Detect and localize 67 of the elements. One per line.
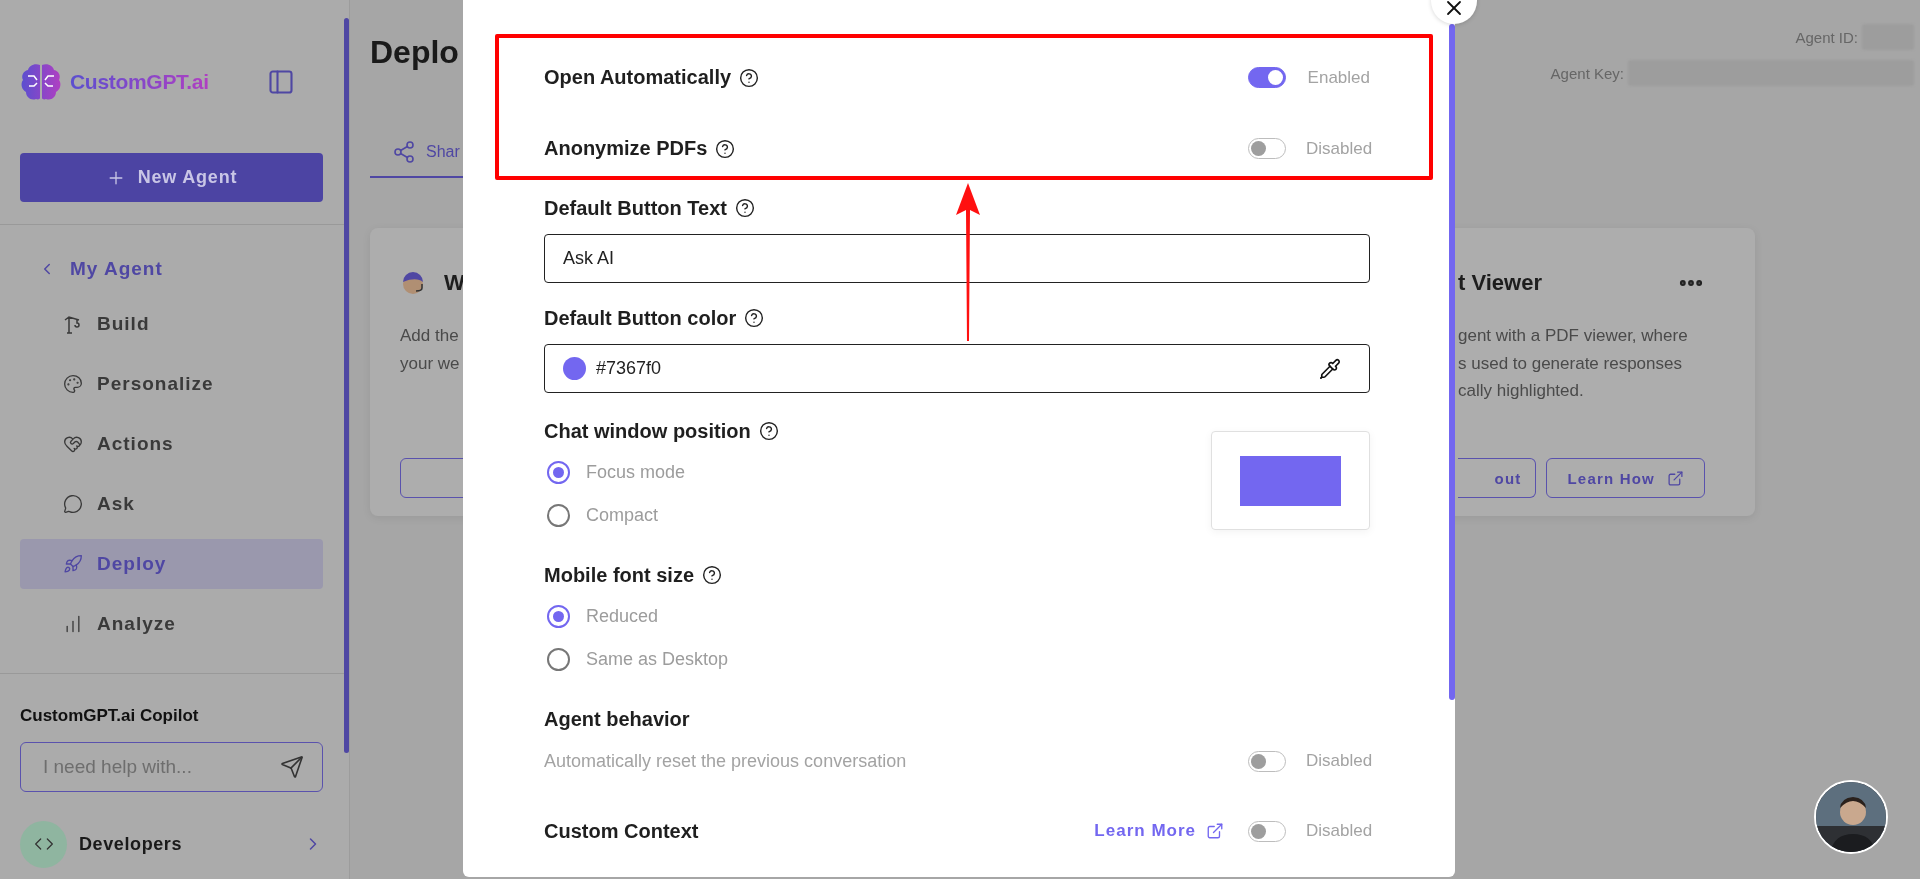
back-link[interactable]: My Agent: [20, 239, 323, 299]
chat-bubble-icon: [63, 494, 83, 514]
help-icon[interactable]: [758, 421, 779, 441]
share-icon: [392, 140, 416, 164]
radio-button[interactable]: [547, 461, 570, 484]
nav-item[interactable]: Actions: [20, 419, 323, 469]
nav-item[interactable]: Build: [20, 299, 323, 349]
toggle-switch[interactable]: [1248, 750, 1286, 772]
card-title: t Viewer: [1458, 270, 1542, 296]
color-input-field[interactable]: #7367f0: [544, 344, 1370, 393]
help-icon[interactable]: [715, 138, 736, 159]
card-button[interactable]: out: [1458, 458, 1537, 498]
card-description: gent with a PDF viewer, where s used to generate responses cally highlighted.: [1458, 325, 1688, 403]
radio-button[interactable]: [547, 648, 570, 671]
card-button[interactable]: Learn How: [1546, 458, 1705, 498]
help-icon[interactable]: [739, 67, 760, 88]
toggle-status: Disabled: [1306, 138, 1370, 159]
setting-description: Automatically reset the previous conversation: [544, 750, 907, 772]
rocket-icon: [63, 554, 83, 574]
heart-handshake-icon: [63, 434, 83, 454]
radio-label: Compact: [586, 505, 659, 526]
color-field[interactable]: #7367f0: [596, 345, 1309, 392]
setting-label: Anonymize PDFs: [544, 137, 708, 160]
toggle-status: Enabled: [1306, 67, 1370, 88]
nav-item[interactable]: Ask: [20, 479, 323, 529]
toggle-status: Disabled: [1306, 751, 1370, 771]
setting-label: Default Button color: [544, 306, 737, 330]
radio-button[interactable]: [547, 605, 570, 628]
copilot-title: CustomGPT.ai Copilot: [20, 706, 200, 726]
radio-label: Reduced: [586, 606, 659, 627]
card-title: W: [444, 270, 465, 296]
copilot-field[interactable]: I need help with...: [20, 742, 323, 792]
eyedropper-icon[interactable]: [1319, 357, 1341, 380]
new-agent-button[interactable]: New Agent: [20, 153, 323, 202]
agent-key-label: Agent Key:: [1550, 64, 1624, 82]
radio-label: Focus mode: [586, 462, 686, 483]
copilot-input[interactable]: I need help with...: [41, 743, 271, 791]
learn-more-link[interactable]: Learn More: [1094, 821, 1224, 841]
toggle-switch[interactable]: [1248, 67, 1286, 88]
send-icon[interactable]: [280, 755, 304, 779]
sidebar-toggle-icon[interactable]: [267, 68, 295, 96]
agent-id-label: Agent ID:: [1795, 28, 1858, 46]
external-link-icon: [1206, 822, 1224, 840]
nav-item[interactable]: Deploy: [20, 539, 323, 589]
radio-button[interactable]: [547, 504, 570, 527]
palette-icon: [63, 374, 83, 394]
setting-label: Open Automatically: [544, 66, 732, 89]
help-icon[interactable]: [702, 565, 722, 585]
radio-label: Same as Desktop: [586, 649, 729, 670]
help-icon[interactable]: [744, 308, 765, 328]
help-icon[interactable]: [734, 198, 755, 218]
setting-label: Custom Context: [544, 819, 699, 843]
setting-label: Default Button Text: [544, 196, 727, 220]
nav-item[interactable]: Analyze: [20, 599, 323, 649]
setting-label: Agent behavior: [544, 707, 690, 731]
toggle-switch[interactable]: [1248, 138, 1286, 159]
crane-icon: [63, 314, 83, 334]
card-description: Add the your we: [400, 325, 460, 375]
toggle-status: Disabled: [1306, 821, 1370, 841]
support-agent-icon: [400, 270, 426, 296]
brain-logo-icon: [20, 62, 62, 102]
setting-label: Chat window position: [544, 419, 751, 443]
page-title: Deplo: [370, 34, 459, 72]
setting-label: Mobile font size: [544, 563, 694, 587]
toggle-switch[interactable]: [1248, 820, 1286, 842]
nav-item[interactable]: Personalize: [20, 359, 323, 409]
developers-label: Developers: [79, 833, 184, 855]
